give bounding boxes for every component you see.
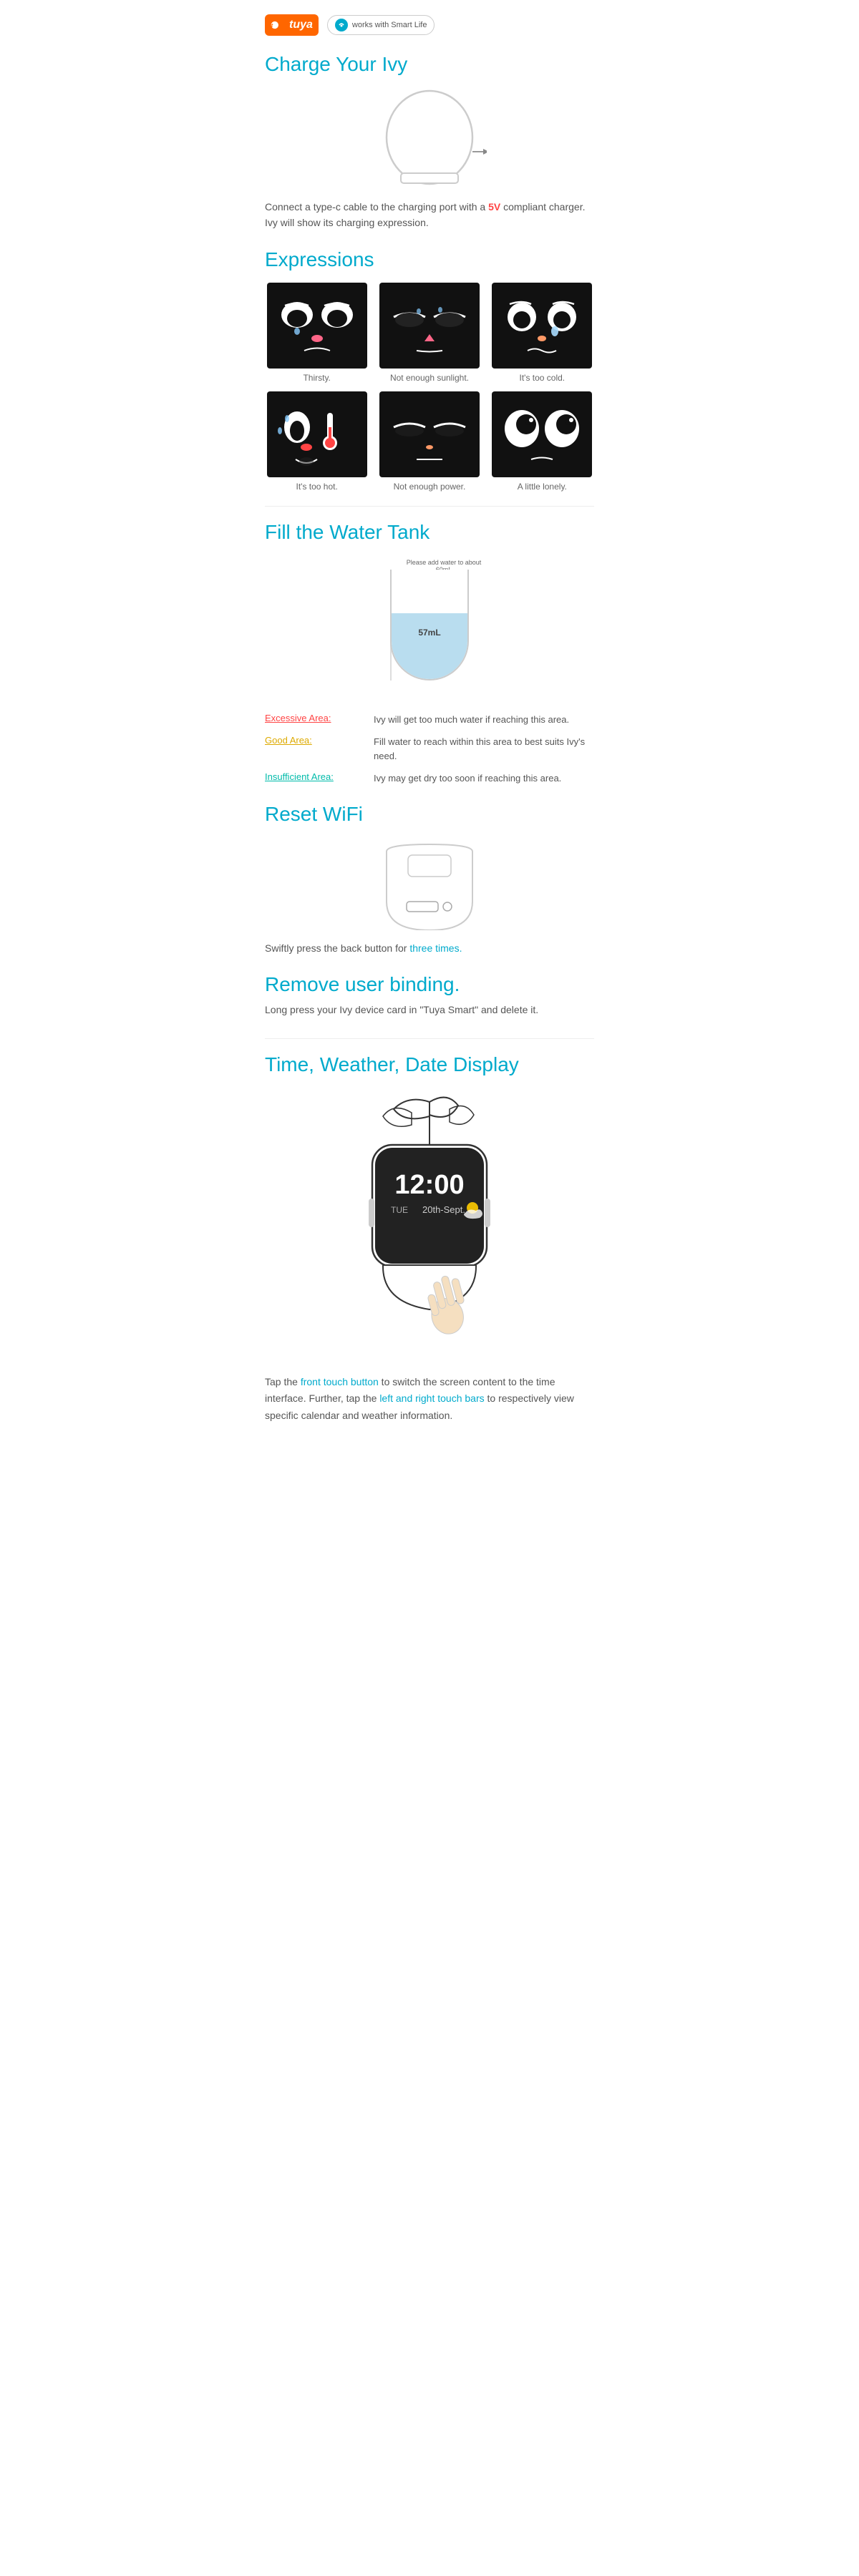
smart-life-text: works with Smart Life <box>352 21 427 29</box>
expression-face-power <box>379 391 480 477</box>
area-desc-excessive: Ivy will get too much water if reaching … <box>374 713 569 727</box>
expression-label-cold: It's too cold. <box>519 373 565 383</box>
time-weather-section: Time, Weather, Date Display 12:00 TUE <box>265 1053 594 1425</box>
charge-description: Connect a type-c cable to the charging p… <box>265 199 594 231</box>
svg-text:TUE: TUE <box>391 1205 408 1215</box>
expression-label-hot: It's too hot. <box>296 482 338 492</box>
device-body <box>372 87 487 187</box>
ivy-device-svg <box>372 87 487 195</box>
remove-binding-description: Long press your Ivy device card in "Tuya… <box>265 1002 594 1018</box>
charge-illustration <box>265 87 594 187</box>
reset-wifi-title: Reset WiFi <box>265 803 594 826</box>
highlight-lr-bars: left and right touch bars <box>379 1392 484 1404</box>
tuya-logo-icon: t <box>271 17 286 33</box>
tuya-logo-text: tuya <box>289 19 313 31</box>
water-tank-title: Fill the Water Tank <box>265 521 594 544</box>
smart-life-badge: works with Smart Life <box>327 15 435 35</box>
area-label-insufficient: Insufficient Area: <box>265 771 365 782</box>
highlight-front-button: front touch button <box>301 1376 379 1387</box>
highlight-5v: 5V <box>488 201 500 213</box>
expression-cold: It's too cold. <box>490 283 594 383</box>
area-desc-insufficient: Ivy may get dry too soon if reaching thi… <box>374 771 561 786</box>
water-areas: Excessive Area: Ivy will get too much wa… <box>265 713 594 786</box>
divider-1 <box>265 506 594 507</box>
highlight-three-times: three times. <box>409 942 462 954</box>
area-label-excessive: Excessive Area: <box>265 713 365 723</box>
smart-life-icon <box>335 19 348 31</box>
expression-lonely: A little lonely. <box>490 391 594 492</box>
remove-binding-title: Remove user binding. <box>265 973 594 996</box>
expression-power: Not enough power. <box>377 391 481 492</box>
area-row-good: Good Area: Fill water to reach within th… <box>265 735 594 763</box>
water-tank-section: Fill the Water Tank Good Please add wate… <box>265 521 594 786</box>
expression-face-hot <box>267 391 367 477</box>
time-weather-title: Time, Weather, Date Display <box>265 1053 594 1076</box>
expressions-title: Expressions <box>265 248 594 271</box>
remove-binding-section: Remove user binding. Long press your Ivy… <box>265 973 594 1018</box>
expression-face-lonely <box>492 391 592 477</box>
charge-section: Charge Your Ivy Connect a type-c cable t… <box>265 53 594 231</box>
expression-label-thirsty: Thirsty. <box>303 373 330 383</box>
svg-text:12:00: 12:00 <box>394 1170 464 1200</box>
area-row-excessive: Excessive Area: Ivy will get too much wa… <box>265 713 594 727</box>
expression-hot: It's too hot. <box>265 391 369 492</box>
expression-label-power: Not enough power. <box>394 482 466 492</box>
divider-2 <box>265 1038 594 1039</box>
expression-face-sunlight <box>379 283 480 369</box>
expression-face-thirsty <box>267 283 367 369</box>
area-label-good: Good Area: <box>265 735 365 746</box>
water-tank-illustration: Good Please add water to about 60mL 57mL <box>265 555 594 698</box>
svg-text:20th-Sept.: 20th-Sept. <box>422 1204 465 1215</box>
tank-measurement: 57mL <box>418 628 440 638</box>
expressions-section: Expressions <box>265 248 594 492</box>
ivy-full-svg: 12:00 TUE 20th-Sept. <box>344 1088 515 1360</box>
charge-title: Charge Your Ivy <box>265 53 594 76</box>
expression-label-sunlight: Not enough sunlight. <box>390 373 469 383</box>
area-desc-good: Fill water to reach within this area to … <box>374 735 594 763</box>
expressions-grid: Thirsty. <box>265 283 594 492</box>
expression-thirsty: Thirsty. <box>265 283 369 383</box>
time-description: Tap the front touch button to switch the… <box>265 1374 594 1425</box>
expression-face-cold <box>492 283 592 369</box>
expression-sunlight: Not enough sunlight. <box>377 283 481 383</box>
reset-description: Swiftly press the back button for three … <box>265 940 594 956</box>
reset-wifi-section: Reset WiFi Swiftly press the back button… <box>265 803 594 956</box>
reset-illustration <box>265 837 594 930</box>
device-display-illustration: 12:00 TUE 20th-Sept. <box>265 1088 594 1360</box>
reset-device-svg <box>365 837 494 930</box>
tuya-logo: t tuya <box>265 14 319 36</box>
expression-label-lonely: A little lonely. <box>518 482 567 492</box>
header: t tuya works with Smart Life <box>265 14 594 36</box>
area-row-insufficient: Insufficient Area: Ivy may get dry too s… <box>265 771 594 786</box>
